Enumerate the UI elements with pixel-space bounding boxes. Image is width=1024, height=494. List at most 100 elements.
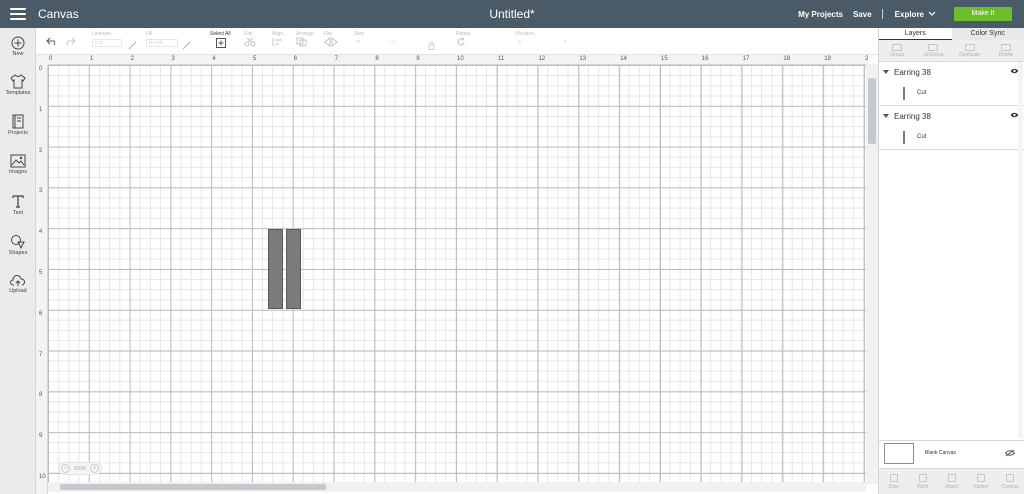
layer-actions: Group UnGroup Duplicate Delete	[879, 40, 1024, 62]
layer-bottom-actions: Slice Weld Attach Flatten Contour	[879, 468, 1024, 494]
sidebar-item-images[interactable]: Images	[0, 154, 36, 175]
sidebar-item-shapes[interactable]: Shapes	[0, 234, 36, 256]
edit-control[interactable]: Edit	[244, 31, 258, 49]
attach-icon	[947, 473, 956, 482]
ruler-tick-label: 5	[39, 270, 43, 276]
flatten-button[interactable]: Flatten	[968, 473, 994, 490]
earring-shape-left[interactable]	[268, 229, 283, 309]
layer-child-item[interactable]: Cut	[903, 86, 926, 100]
caret-down-icon[interactable]	[883, 70, 889, 74]
layer-header[interactable]: Earring 38	[883, 66, 1019, 78]
chevron-down-icon	[928, 11, 936, 16]
canvas-grid[interactable]	[48, 65, 868, 483]
design-canvas[interactable]: 01234567891011121314151617181920 0123456…	[36, 55, 868, 494]
ruler-tick-label: 9	[416, 56, 420, 62]
zoom-in-button[interactable]: +	[89, 464, 99, 473]
arrange-control[interactable]: Arrange	[296, 31, 314, 49]
redo-icon[interactable]	[64, 37, 76, 46]
ruler-tick-label: 2	[39, 147, 43, 154]
sidebar-item-label: Upload	[9, 288, 27, 294]
sidebar-item-text[interactable]: Text	[0, 194, 36, 216]
ungroup-icon	[928, 43, 939, 51]
layers-panel: Layers Color Sync Group UnGroup Duplicat…	[878, 28, 1024, 494]
sidebar-item-label: Images	[8, 169, 28, 175]
save-button[interactable]: Save	[853, 10, 872, 19]
slice-button[interactable]: Slice	[881, 473, 907, 490]
caret-down-icon[interactable]	[883, 114, 889, 118]
select-all-icon	[216, 38, 226, 48]
linetype-select[interactable]: Cut	[92, 39, 122, 47]
make-it-button[interactable]: Make It	[954, 7, 1012, 21]
sidebar-item-new[interactable]: New	[0, 36, 36, 57]
fill-pen-icon[interactable]	[182, 40, 192, 50]
ungroup-button[interactable]: UnGroup	[918, 43, 948, 58]
position-y-input[interactable]: Y	[561, 39, 591, 47]
image-icon	[10, 154, 26, 168]
fill-control[interactable]: Fill No Fill	[146, 31, 178, 47]
fill-select[interactable]: No Fill	[146, 39, 178, 47]
layer-color-swatch	[903, 130, 905, 144]
scrollbar-thumb[interactable]	[60, 484, 326, 490]
sidebar-item-upload[interactable]: Upload	[0, 274, 36, 294]
ruler-tick-label: 3	[171, 56, 175, 62]
earring-shape-right[interactable]	[286, 229, 301, 309]
duplicate-button[interactable]: Duplicate	[955, 43, 985, 58]
ruler-tick-label: 0	[39, 66, 43, 72]
edit-toolbar: Linetype Cut Fill No Fill Select All Edi…	[36, 28, 878, 55]
ruler-tick-label: 6	[293, 56, 298, 62]
layer-child-item[interactable]: Cut	[903, 130, 926, 144]
ruler-tick-label: 8	[375, 56, 379, 62]
document-title[interactable]: Untitled*	[489, 7, 534, 21]
ruler-vertical: 0 1 2 3 4 5 6 7 8 9 10	[36, 65, 48, 494]
position-control[interactable]: Position X Y	[516, 31, 591, 47]
group-button[interactable]: Group	[882, 43, 912, 58]
position-x-input[interactable]: X	[516, 39, 560, 47]
layer-header[interactable]: Earring 38	[883, 110, 1019, 122]
size-height-input[interactable]: H	[389, 39, 415, 47]
ruler-tick-label: 3	[39, 188, 43, 195]
align-control[interactable]: Align	[272, 31, 286, 49]
slice-icon	[889, 473, 898, 482]
tab-color-sync[interactable]: Color Sync	[951, 28, 1024, 40]
blank-canvas-row: Blank Canvas	[879, 440, 1024, 466]
explore-dropdown[interactable]: Explore	[895, 10, 936, 19]
ruler-tick-label: 10	[457, 56, 464, 62]
sidebar-item-templates[interactable]: Templates	[0, 74, 36, 96]
linetype-control[interactable]: Linetype Cut	[92, 31, 122, 47]
contour-button[interactable]: Contour	[997, 473, 1023, 490]
sidebar-item-label: Projects	[8, 130, 28, 136]
weld-icon	[918, 473, 927, 482]
tab-layers[interactable]: Layers	[879, 28, 952, 40]
delete-button[interactable]: Delete	[991, 43, 1021, 58]
ruler-horizontal: 01234567891011121314151617181920	[48, 55, 868, 65]
plus-circle-icon	[11, 36, 25, 50]
weld-button[interactable]: Weld	[910, 473, 936, 490]
sidebar-item-projects[interactable]: Projects	[0, 114, 36, 136]
attach-button[interactable]: Attach	[939, 473, 965, 490]
linetype-pen-icon[interactable]	[128, 40, 138, 50]
ruler-tick-label: 15	[661, 56, 668, 62]
flip-control[interactable]: Flip	[324, 31, 338, 49]
select-all-control[interactable]: Select All	[210, 31, 231, 50]
ruler-tick-label: 1	[89, 56, 94, 62]
my-projects-link[interactable]: My Projects	[798, 10, 843, 19]
sidebar-item-label: New	[12, 51, 24, 57]
zoom-out-button[interactable]: −	[61, 464, 70, 473]
ruler-tick-label: 9	[39, 433, 43, 440]
rotate-control[interactable]: Rotate	[456, 31, 471, 49]
size-width-input[interactable]: W	[354, 39, 388, 47]
menu-hamburger-icon[interactable]	[10, 8, 26, 20]
canvas-horizontal-scrollbar[interactable]	[48, 482, 866, 492]
blank-canvas-swatch[interactable]	[884, 443, 914, 464]
layer-group: Earring 38 Cut	[879, 106, 1024, 150]
ruler-tick-label: 2	[130, 56, 134, 62]
undo-icon[interactable]	[46, 37, 58, 46]
panel-scrollbar[interactable]	[1018, 62, 1023, 438]
left-sidebar: New Templates Projects Images Text Shape…	[0, 28, 36, 494]
size-control[interactable]: Size W H	[354, 31, 415, 47]
layer-name: Earring 38	[894, 67, 931, 77]
scrollbar-thumb[interactable]	[868, 78, 876, 144]
lock-icon[interactable]	[428, 41, 435, 50]
eye-hidden-icon[interactable]	[1005, 449, 1015, 457]
canvas-vertical-scrollbar[interactable]	[866, 64, 878, 484]
